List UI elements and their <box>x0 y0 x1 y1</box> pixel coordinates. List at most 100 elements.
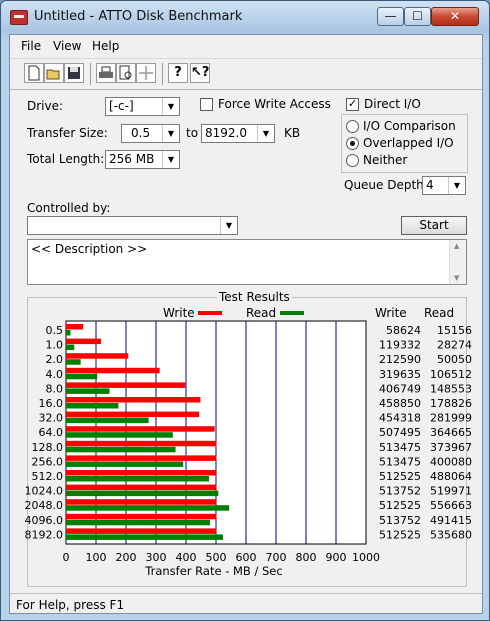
write-bar <box>66 513 217 520</box>
queue-depth-select[interactable]: 4 ▼ <box>422 176 466 195</box>
write-value: 119332 <box>379 339 421 352</box>
read-bar <box>66 446 176 453</box>
save-icon[interactable] <box>64 63 84 83</box>
write-value: 319635 <box>379 368 421 381</box>
drive-label: Drive: <box>27 99 64 113</box>
read-value: 50050 <box>437 353 472 366</box>
neither-radio[interactable] <box>346 154 359 167</box>
x-tick-label: 1000 <box>352 551 380 564</box>
read-value: 281999 <box>430 412 472 425</box>
atto-app-icon[interactable] <box>10 10 28 25</box>
x-tick-label: 200 <box>116 551 137 564</box>
kb-label: KB <box>284 126 301 140</box>
direct-io-checkbox[interactable]: ✓ <box>346 98 359 111</box>
write-bar <box>66 470 217 476</box>
chevron-down-icon[interactable]: ▼ <box>257 125 274 142</box>
transfer-from-value: 0.5 <box>131 126 151 140</box>
controlled-by-label: Controlled by: <box>27 201 111 215</box>
transfer-from-select[interactable]: 0.5 ▼ <box>121 124 180 143</box>
new-icon[interactable] <box>24 63 44 83</box>
neither-label: Neither <box>363 153 408 167</box>
x-tick-label: 700 <box>266 551 287 564</box>
write-bar <box>66 382 186 388</box>
transfer-size-label: 16.0 <box>39 397 64 410</box>
menu-view[interactable]: View <box>53 39 81 53</box>
chevron-down-icon[interactable]: ▼ <box>220 217 237 234</box>
x-tick-label: 900 <box>326 551 347 564</box>
read-bar <box>66 476 209 482</box>
transfer-size-label: 1.0 <box>46 339 64 352</box>
chevron-down-icon[interactable]: ▼ <box>162 98 179 115</box>
force-write-label: Force Write Access <box>218 97 331 111</box>
transfer-size-label: 2048.0 <box>25 499 64 512</box>
scroll-down-icon[interactable]: ▼ <box>454 274 459 282</box>
print-icon[interactable] <box>96 63 116 83</box>
read-bar <box>66 388 110 394</box>
transfer-size-label: 8.0 <box>46 382 64 395</box>
menu-file[interactable]: File <box>21 39 41 53</box>
write-legend-swatch <box>198 311 222 315</box>
transfer-size-label: 2.0 <box>46 353 64 366</box>
help-icon[interactable]: ? <box>168 63 188 83</box>
maximize-button[interactable]: ☐ <box>404 7 431 26</box>
write-value: 513752 <box>379 485 421 498</box>
write-value: 512525 <box>379 528 421 541</box>
x-axis-label: Transfer Rate - MB / Sec <box>144 564 282 578</box>
queue-depth-label: Queue Depth: <box>344 178 428 192</box>
write-bar <box>66 397 201 403</box>
transfer-size-label: 4.0 <box>46 368 64 381</box>
x-tick-label: 100 <box>86 551 107 564</box>
io-comparison-label: I/O Comparison <box>363 119 456 133</box>
results-chart: 0.5 58624 151561.0 119332 282742.0 212590 5005… <box>25 320 472 578</box>
toolbar-separator <box>162 63 163 85</box>
read-bar <box>66 490 219 497</box>
io-comparison-radio[interactable] <box>346 120 359 133</box>
menu-bar: File View Help <box>10 35 482 57</box>
read-bar <box>66 534 223 540</box>
chevron-down-icon[interactable]: ▼ <box>162 151 179 168</box>
move-icon[interactable] <box>136 63 156 83</box>
read-value: 148553 <box>430 382 472 395</box>
context-help-icon[interactable]: ↖? <box>190 63 210 83</box>
read-bar <box>66 505 230 511</box>
write-value: 513752 <box>379 514 421 527</box>
write-value: 507495 <box>379 426 421 439</box>
description-box[interactable]: << Description >> ▲ ▼ <box>27 239 467 285</box>
write-bar <box>66 528 217 534</box>
chevron-down-icon[interactable]: ▼ <box>162 125 179 142</box>
toolbar: ? ↖? <box>10 58 482 90</box>
total-length-select[interactable]: 256 MB ▼ <box>105 150 180 169</box>
drive-select[interactable]: [-c-] ▼ <box>105 97 180 116</box>
write-bar <box>66 484 217 491</box>
scroll-up-icon[interactable]: ▲ <box>454 242 459 250</box>
write-bar <box>66 499 217 505</box>
read-bar <box>66 359 81 365</box>
force-write-checkbox[interactable] <box>200 98 213 111</box>
read-value: 400080 <box>430 455 472 468</box>
total-length-value: 256 MB <box>109 152 155 166</box>
transfer-size-label: 128.0 <box>32 441 64 454</box>
close-button[interactable]: ✕ <box>431 7 479 26</box>
write-value: 512525 <box>379 499 421 512</box>
open-icon[interactable] <box>44 63 64 83</box>
menu-help[interactable]: Help <box>92 39 119 53</box>
read-bar <box>66 403 119 409</box>
transfer-to-select[interactable]: 8192.0 ▼ <box>201 124 275 143</box>
controlled-by-select[interactable]: ▼ <box>27 216 238 235</box>
write-value: 458850 <box>379 397 421 410</box>
read-column-header: Read <box>424 306 455 320</box>
status-text: For Help, press F1 <box>16 598 125 612</box>
start-button[interactable]: Start <box>401 216 467 235</box>
chevron-down-icon[interactable]: ▼ <box>448 177 465 194</box>
write-bar <box>66 324 84 330</box>
title-bar[interactable]: Untitled - ATTO Disk Benchmark — ☐ ✕ <box>1 1 489 33</box>
status-bar: For Help, press F1 <box>10 593 482 614</box>
overlapped-io-radio[interactable] <box>346 137 359 150</box>
write-bar <box>66 440 217 447</box>
description-scrollbar[interactable]: ▲ ▼ <box>449 240 466 284</box>
minimize-button[interactable]: — <box>377 7 404 26</box>
print-preview-icon[interactable] <box>116 63 136 83</box>
transfer-size-label: 8192.0 <box>25 528 64 541</box>
read-value: 28274 <box>437 339 472 352</box>
read-bar <box>66 519 210 526</box>
